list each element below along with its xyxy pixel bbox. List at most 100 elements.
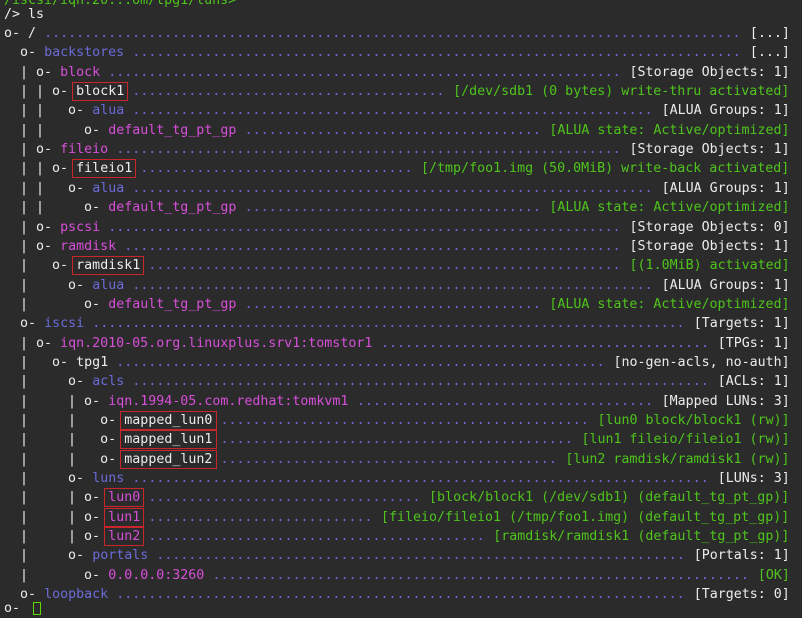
tree-node-name: alua	[92, 180, 125, 196]
dot-leader: ........................................…	[124, 238, 621, 254]
tree-node-name: luns	[92, 471, 125, 487]
tree-node-name: default_tg_pt_gp	[108, 296, 237, 312]
tree-node-status: [/dev/sdb1 (0 bytes) write-thru activate…	[453, 84, 790, 100]
tree-row: | | o- mapped_lun0......................…	[0, 411, 802, 430]
tree-row: | | o- fileio1..........................…	[0, 159, 802, 179]
dot-leader: .....................................	[244, 122, 541, 138]
tree-node-name: iqn.2010-05.org.linuxplus.srv1:tomstor1	[60, 335, 373, 351]
tree-node-name: fileio	[60, 142, 109, 158]
dot-leader: ........................................…	[148, 529, 485, 545]
tree-node-name: portals	[92, 548, 149, 564]
dot-leader: ........................................…	[132, 103, 653, 119]
tree-node-status: [Portals: 1]	[693, 548, 790, 564]
tree-node-status: [/tmp/foo1.img (50.0MiB) write-back acti…	[421, 161, 790, 177]
dot-leader: .....................................	[356, 393, 654, 409]
highlight-box	[120, 430, 217, 450]
tree-row: | o- tpg1...............................…	[0, 353, 802, 372]
dot-leader: ........................................…	[132, 180, 653, 196]
tree-node-status: [ALUA Groups: 1]	[661, 180, 790, 196]
tree-row: | o- ramdisk1...........................…	[0, 256, 802, 276]
tree-node-status: [ALUA state: Active/optimized]	[549, 296, 790, 312]
tree-row: | | o- default_tg_pt_gp.................…	[0, 121, 802, 140]
highlight-box	[72, 82, 129, 102]
highlight-box	[104, 527, 145, 547]
tree-indent: | | o-	[4, 84, 77, 100]
tree-indent: o-	[4, 45, 45, 61]
tree-indent: | o-	[4, 471, 93, 487]
tree-row: | | o- iqn.1994-05.com.redhat:tomkvm1...…	[0, 392, 802, 411]
tree-node-status: [(1.0MiB) activated]	[629, 258, 790, 274]
tree-row: o- /....................................…	[0, 24, 802, 43]
dot-leader: ........................................…	[108, 219, 621, 235]
tree-indent: | o-	[4, 238, 61, 254]
command-text: /> ls	[4, 7, 45, 22]
tree-indent: | o-	[4, 335, 61, 351]
dot-leader: .....................................	[244, 200, 541, 216]
tree-node-name: default_tg_pt_gp	[108, 200, 237, 216]
tree-indent: | o-	[4, 258, 77, 274]
tree-row: | | o- alua.............................…	[0, 101, 802, 120]
tree-indent: o-	[4, 316, 45, 332]
dot-leader: ........................................…	[212, 567, 749, 583]
tree-indent: | o-	[4, 64, 61, 80]
bottom-prompt-symbol: o-	[4, 601, 21, 616]
tree-node-status: [...]	[749, 45, 790, 61]
tree-node-status: [Targets: 1]	[693, 316, 790, 332]
tree-node-name: /	[28, 26, 37, 41]
tree-row: | o- luns...............................…	[0, 469, 802, 488]
tree-indent: | o-	[4, 548, 93, 564]
tree-row: | | o- alua.............................…	[0, 179, 802, 198]
dot-leader: ........................................…	[132, 45, 741, 61]
tree-indent: | o-	[4, 354, 77, 370]
tree-row: | | o- lun2.............................…	[0, 527, 802, 547]
tree-node-status: [OK]	[757, 567, 790, 583]
tree-row: | | o- lun1............................[…	[0, 507, 802, 527]
dot-leader: ..................................	[148, 490, 421, 506]
tree-node-name: backstores	[44, 45, 125, 61]
dot-leader: ........................................…	[132, 277, 653, 293]
tree-node-status: [...]	[749, 26, 790, 41]
tree-node-name: acls	[92, 374, 125, 390]
dot-leader: ........................................…	[132, 374, 709, 390]
dot-leader: ........................................…	[108, 64, 621, 80]
tree-node-status: [lun0 block/block1 (rw)]	[597, 413, 790, 428]
terminal-window[interactable]: /iscsi/iqn.20...om/tpg1/luns> /> ls o- /…	[0, 0, 802, 616]
tree-indent: | | o-	[4, 122, 109, 138]
dot-leader: ........................................…	[220, 432, 573, 448]
highlight-box	[120, 449, 217, 469]
tree-node-status: [Storage Objects: 0]	[629, 219, 790, 235]
tree-node-name: block	[60, 64, 101, 80]
tree-row: | | o- default_tg_pt_gp.................…	[0, 198, 802, 217]
tree-indent: | | o-	[4, 432, 125, 448]
tree-node-name: ramdisk	[60, 238, 117, 254]
tree-indent: | o-	[4, 277, 93, 293]
dot-leader: ........................................…	[220, 451, 557, 467]
tree-row: o- iscsi................................…	[0, 314, 802, 333]
dot-leader: ........................................…	[116, 354, 605, 370]
dot-leader: ........................................…	[220, 413, 589, 428]
tree-row: | o- ramdisk............................…	[0, 237, 802, 256]
tree-node-status: [ACLs: 1]	[717, 374, 790, 390]
tree-node-status: [lun1 fileio/fileio1 (rw)]	[581, 432, 790, 448]
tree-node-name: alua	[92, 277, 125, 293]
tree-node-status: [ALUA state: Active/optimized]	[549, 200, 790, 216]
tree-node-name: pscsi	[60, 219, 101, 235]
tree-indent: | | o-	[4, 490, 109, 506]
dot-leader: ........................................…	[156, 548, 685, 564]
tree-row: | o- iqn.2010-05.org.linuxplus.srv1:toms…	[0, 334, 802, 353]
dot-leader: ........................................…	[92, 316, 685, 332]
tree-node-status: [ALUA Groups: 1]	[661, 277, 790, 293]
tree-indent: o-	[4, 26, 29, 41]
tree-indent: | o-	[4, 374, 93, 390]
dot-leader: ........................................…	[132, 471, 709, 487]
tree-indent: | o-	[4, 296, 109, 312]
dot-leader: ........................................…	[116, 142, 621, 158]
tree-row: o- backstores...........................…	[0, 43, 802, 62]
tree-row: | o- alua...............................…	[0, 276, 802, 295]
prompt-line: /> ls	[0, 5, 802, 24]
tree-row: | o- block..............................…	[0, 63, 802, 82]
tree-node-status: [ALUA state: Active/optimized]	[549, 122, 790, 138]
tree-indent: | o-	[4, 219, 61, 235]
tree-indent: | | o-	[4, 509, 109, 525]
tree-indent: | | o-	[4, 451, 125, 467]
